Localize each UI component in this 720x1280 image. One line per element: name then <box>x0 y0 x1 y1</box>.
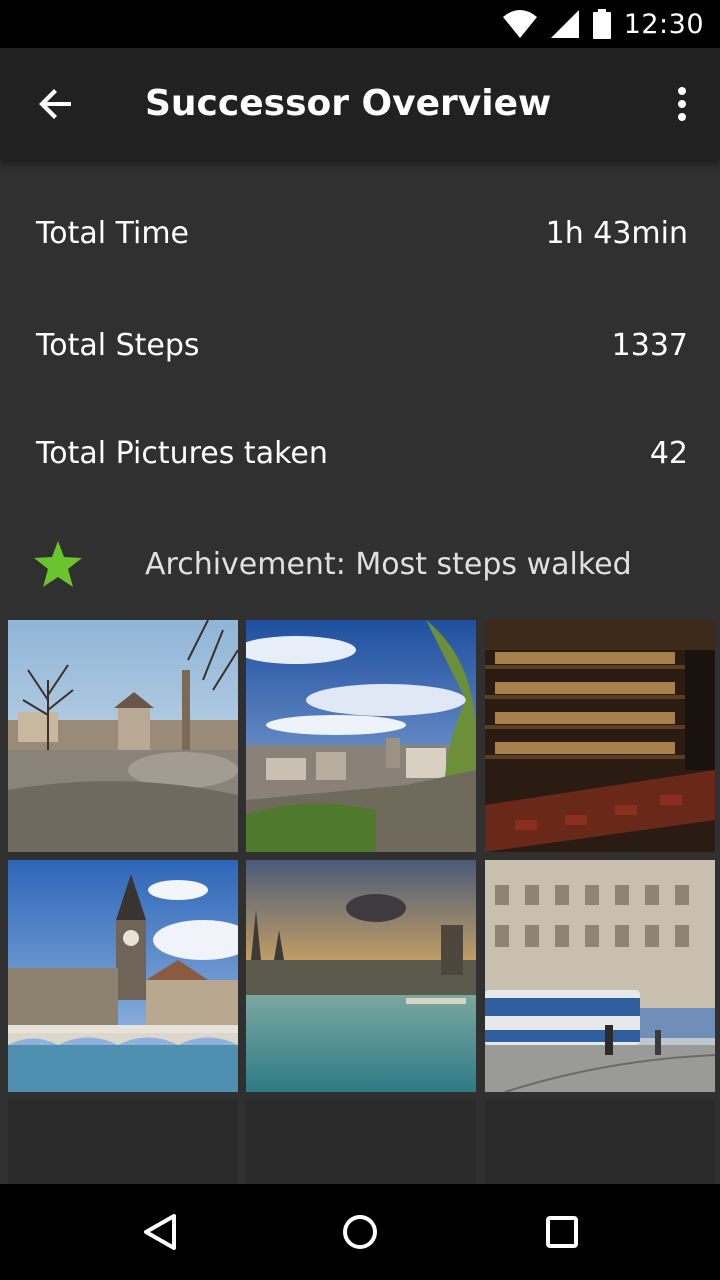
achievement-row: Archivement: Most steps walked <box>0 530 720 600</box>
status-clock: 12:30 <box>623 8 704 40</box>
nav-recents-button[interactable] <box>522 1202 602 1262</box>
achievement-label: Archivement: Most steps walked <box>145 547 632 582</box>
more-vert-icon <box>678 87 686 121</box>
page-title: Successor Overview <box>145 83 552 124</box>
stat-row-total-time: Total Time 1h 43min <box>36 203 688 263</box>
photo-placeholder <box>246 1100 476 1184</box>
stat-value: 1337 <box>611 327 688 363</box>
signal-icon <box>550 10 579 38</box>
arrow-back-icon <box>39 89 71 119</box>
nav-back-button[interactable] <box>120 1202 200 1262</box>
nav-home-icon <box>343 1215 377 1249</box>
photo-thumbnail[interactable] <box>246 620 476 852</box>
photo-thumbnail[interactable] <box>8 620 238 852</box>
overflow-menu-button[interactable] <box>662 80 702 128</box>
screen: 12:30 Successor Overview Total Time 1h 4… <box>0 0 720 1280</box>
stat-value: 1h 43min <box>545 215 688 251</box>
stat-row-total-pictures: Total Pictures taken 42 <box>36 423 688 483</box>
photo-thumbnail[interactable] <box>246 860 476 1092</box>
star-icon <box>34 541 82 587</box>
wifi-icon <box>502 10 537 38</box>
photo-image <box>8 860 238 1092</box>
stat-label: Total Time <box>36 215 190 251</box>
photo-thumbnail[interactable] <box>8 860 238 1092</box>
battery-icon <box>592 9 611 39</box>
photo-thumbnail[interactable] <box>485 860 715 1092</box>
nav-recents-icon <box>546 1216 578 1248</box>
app-bar: Successor Overview <box>0 48 720 160</box>
status-bar: 12:30 <box>0 0 720 48</box>
navigation-bar <box>0 1184 720 1280</box>
nav-home-button[interactable] <box>320 1202 400 1262</box>
stat-row-total-steps: Total Steps 1337 <box>36 315 688 375</box>
photo-thumbnail[interactable] <box>485 620 715 852</box>
photo-placeholder <box>485 1100 715 1184</box>
photo-image <box>246 620 476 852</box>
photo-image <box>485 860 715 1092</box>
photo-image <box>8 620 238 852</box>
back-button[interactable] <box>20 76 92 132</box>
photo-placeholder <box>8 1100 238 1184</box>
nav-back-icon <box>144 1214 176 1250</box>
stat-label: Total Steps <box>36 327 200 363</box>
photo-grid <box>0 620 720 1184</box>
photo-image <box>485 620 715 852</box>
photo-image <box>246 860 476 1092</box>
stat-value: 42 <box>649 435 688 471</box>
stat-label: Total Pictures taken <box>36 435 328 471</box>
